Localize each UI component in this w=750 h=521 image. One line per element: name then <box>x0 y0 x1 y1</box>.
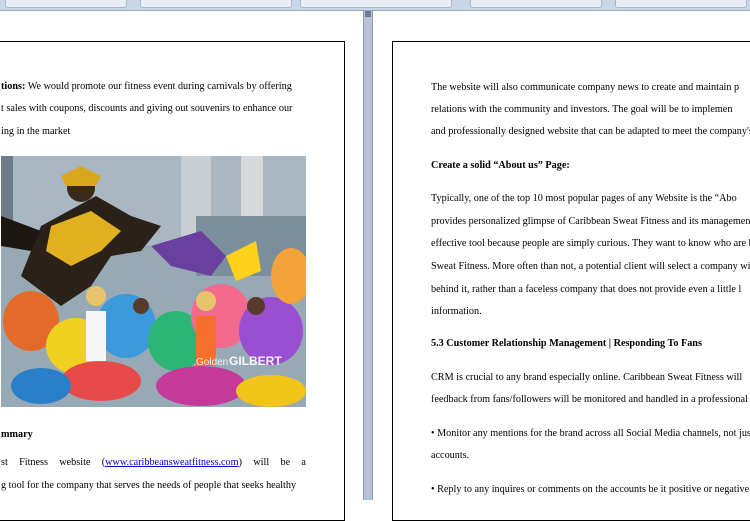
paragraph-line: provides personalized glimpse of Caribbe… <box>431 216 750 227</box>
paragraph-line: Typically, one of the top 10 most popula… <box>431 193 737 204</box>
section-heading: mmary <box>1 429 33 440</box>
document-tab[interactable] <box>615 0 747 8</box>
paragraph-line: and professionally designed website that… <box>431 126 750 137</box>
document-tab[interactable] <box>470 0 602 8</box>
paragraph-line: relations with the community and investo… <box>431 104 733 115</box>
website-link[interactable]: www.caribbeansweatfitness.com <box>105 457 238 468</box>
document-tab-bar <box>0 0 750 11</box>
paragraph-line: ing in the market <box>1 126 71 137</box>
document-tab[interactable] <box>300 0 452 8</box>
paragraph-line: effective tool because people are simply… <box>431 238 750 249</box>
bullet-line: • Reply to any inquires or comments on t… <box>431 484 750 495</box>
paragraph-line: g tool for the company that serves the n… <box>1 480 297 491</box>
paragraph-line: accounts. <box>431 450 470 461</box>
paragraph-line: st Fitness website (www.caribbeansweatfi… <box>1 457 306 468</box>
paragraph-line: CRM is crucial to any brand especially o… <box>431 372 743 383</box>
paragraph-line: t sales with coupons, discounts and givi… <box>1 103 293 114</box>
paragraph-line: information. <box>431 306 482 317</box>
paragraph-line: behind it, rather than a faceless compan… <box>431 284 742 295</box>
divider-handle-icon[interactable] <box>365 11 371 17</box>
split-view-divider[interactable] <box>363 11 373 500</box>
paragraph-line: The website will also communicate compan… <box>431 82 740 93</box>
paragraph-line: feedback from fans/followers will be mon… <box>431 394 750 405</box>
document-tab[interactable] <box>5 0 127 8</box>
carnival-photo: Golden GILBERT <box>1 156 306 407</box>
paragraph-line: Sweat Fitness. More often than not, a po… <box>431 261 750 272</box>
paragraph-line: tions: We would promote our fitness even… <box>1 81 292 92</box>
document-page-right: The website will also communicate compan… <box>392 41 750 521</box>
document-tab[interactable] <box>140 0 292 8</box>
photo-watermark-gilbert: GILBERT <box>229 354 282 368</box>
section-heading: 5.3 Customer Relationship Management | R… <box>431 338 702 349</box>
document-page-left: tions: We would promote our fitness even… <box>0 41 345 521</box>
section-heading: Create a solid “About us” Page: <box>431 160 570 171</box>
bullet-line: • Monitor any mentions for the brand acr… <box>431 428 750 439</box>
carnival-photo-image: Golden GILBERT <box>1 156 306 407</box>
photo-watermark-golden: Golden <box>196 357 228 368</box>
